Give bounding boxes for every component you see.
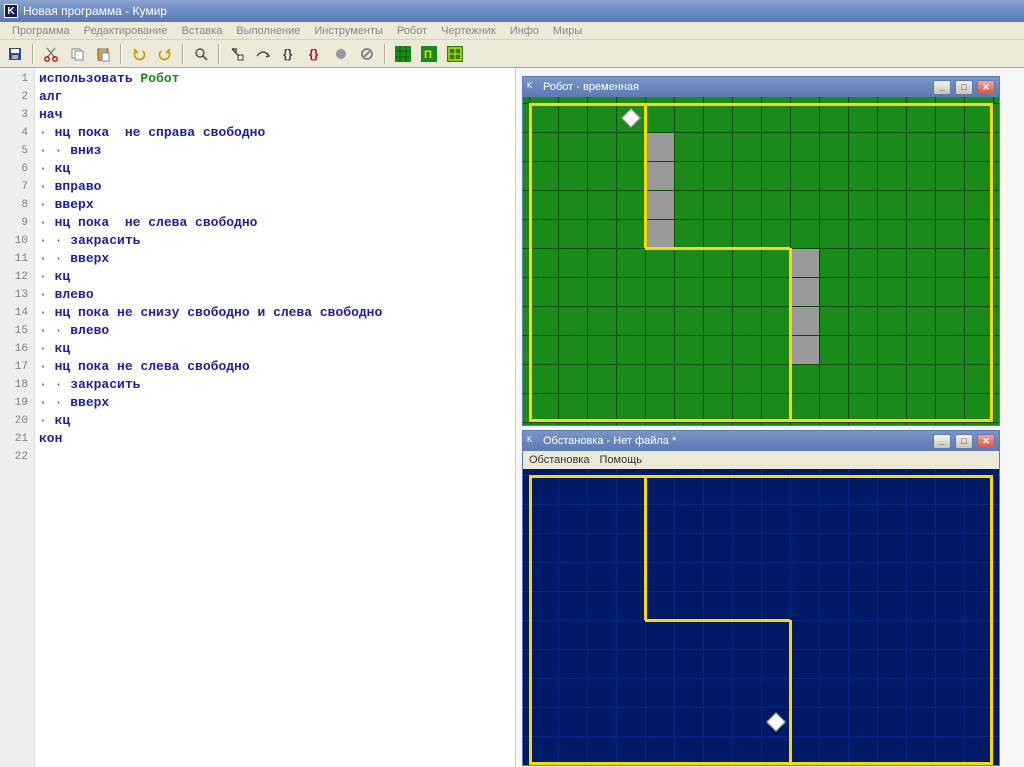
main-toolbar: {} {} П: [0, 40, 1024, 68]
svg-text:П: П: [424, 49, 432, 61]
step-into-icon[interactable]: [226, 43, 248, 65]
menu-item-5[interactable]: Робот: [391, 23, 433, 39]
obst-menubar: Обстановка Помощь: [523, 451, 999, 469]
menu-item-2[interactable]: Вставка: [175, 23, 228, 39]
obst-window-title: Обстановка - Нет файла *: [543, 435, 676, 447]
content-area: 12345678910111213141516171819202122 испо…: [0, 68, 1024, 767]
app-icon: K: [4, 4, 18, 18]
save-icon[interactable]: [4, 43, 26, 65]
step-over-icon[interactable]: [252, 43, 274, 65]
close-button[interactable]: ✕: [977, 434, 995, 449]
minimize-button[interactable]: _: [933, 434, 951, 449]
menu-item-0[interactable]: Программа: [6, 23, 76, 39]
reset-icon[interactable]: [356, 43, 378, 65]
robot-grid-canvas[interactable]: [523, 97, 999, 425]
svg-text:{}: {}: [309, 47, 319, 61]
menu-item-4[interactable]: Инструменты: [308, 23, 389, 39]
redo-icon[interactable]: [154, 43, 176, 65]
run-icon[interactable]: {}: [278, 43, 300, 65]
menu-item-7[interactable]: Инфо: [504, 23, 545, 39]
main-titlebar: K Новая программа - Кумир: [0, 0, 1024, 22]
obst-window-icon: K: [527, 435, 539, 447]
obst-grid-canvas[interactable]: [523, 469, 999, 765]
obst-window[interactable]: K Обстановка - Нет файла * _ □ ✕ Обстано…: [522, 430, 1000, 766]
obst-titlebar[interactable]: K Обстановка - Нет файла * _ □ ✕: [523, 431, 999, 451]
undo-icon[interactable]: [128, 43, 150, 65]
line-gutter: 12345678910111213141516171819202122: [0, 68, 35, 767]
svg-text:{}: {}: [283, 47, 293, 61]
maximize-button[interactable]: □: [955, 80, 973, 95]
code-editor[interactable]: 12345678910111213141516171819202122 испо…: [0, 68, 516, 767]
menu-item-1[interactable]: Редактирование: [78, 23, 174, 39]
grid-world-icon[interactable]: [392, 43, 414, 65]
robot-titlebar[interactable]: K Робот - временная _ □ ✕: [523, 77, 999, 97]
robot-window[interactable]: K Робот - временная _ □ ✕: [522, 76, 1000, 426]
menu-item-3[interactable]: Выполнение: [230, 23, 306, 39]
obst-menu-item-1[interactable]: Помощь: [599, 454, 642, 466]
paste-icon[interactable]: [92, 43, 114, 65]
pi-world-icon[interactable]: П: [418, 43, 440, 65]
pause-icon[interactable]: {}: [304, 43, 326, 65]
stop-icon[interactable]: [330, 43, 352, 65]
obst-menu-item-0[interactable]: Обстановка: [529, 454, 589, 466]
cut-icon[interactable]: [40, 43, 62, 65]
window-title: Новая программа - Кумир: [23, 4, 167, 18]
menu-item-8[interactable]: Миры: [547, 23, 588, 39]
close-button[interactable]: ✕: [977, 80, 995, 95]
minimize-button[interactable]: _: [933, 80, 951, 95]
menu-item-6[interactable]: Чертежник: [435, 23, 502, 39]
maximize-button[interactable]: □: [955, 434, 973, 449]
robot-window-icon: K: [527, 81, 539, 93]
copy-icon[interactable]: [66, 43, 88, 65]
grid-alt-icon[interactable]: [444, 43, 466, 65]
find-icon[interactable]: [190, 43, 212, 65]
robot-window-title: Робот - временная: [543, 81, 639, 93]
code-text[interactable]: использовать Робот алг нач · нц пока не …: [35, 68, 515, 767]
main-menubar: ПрограммаРедактированиеВставкаВыполнение…: [0, 22, 1024, 40]
